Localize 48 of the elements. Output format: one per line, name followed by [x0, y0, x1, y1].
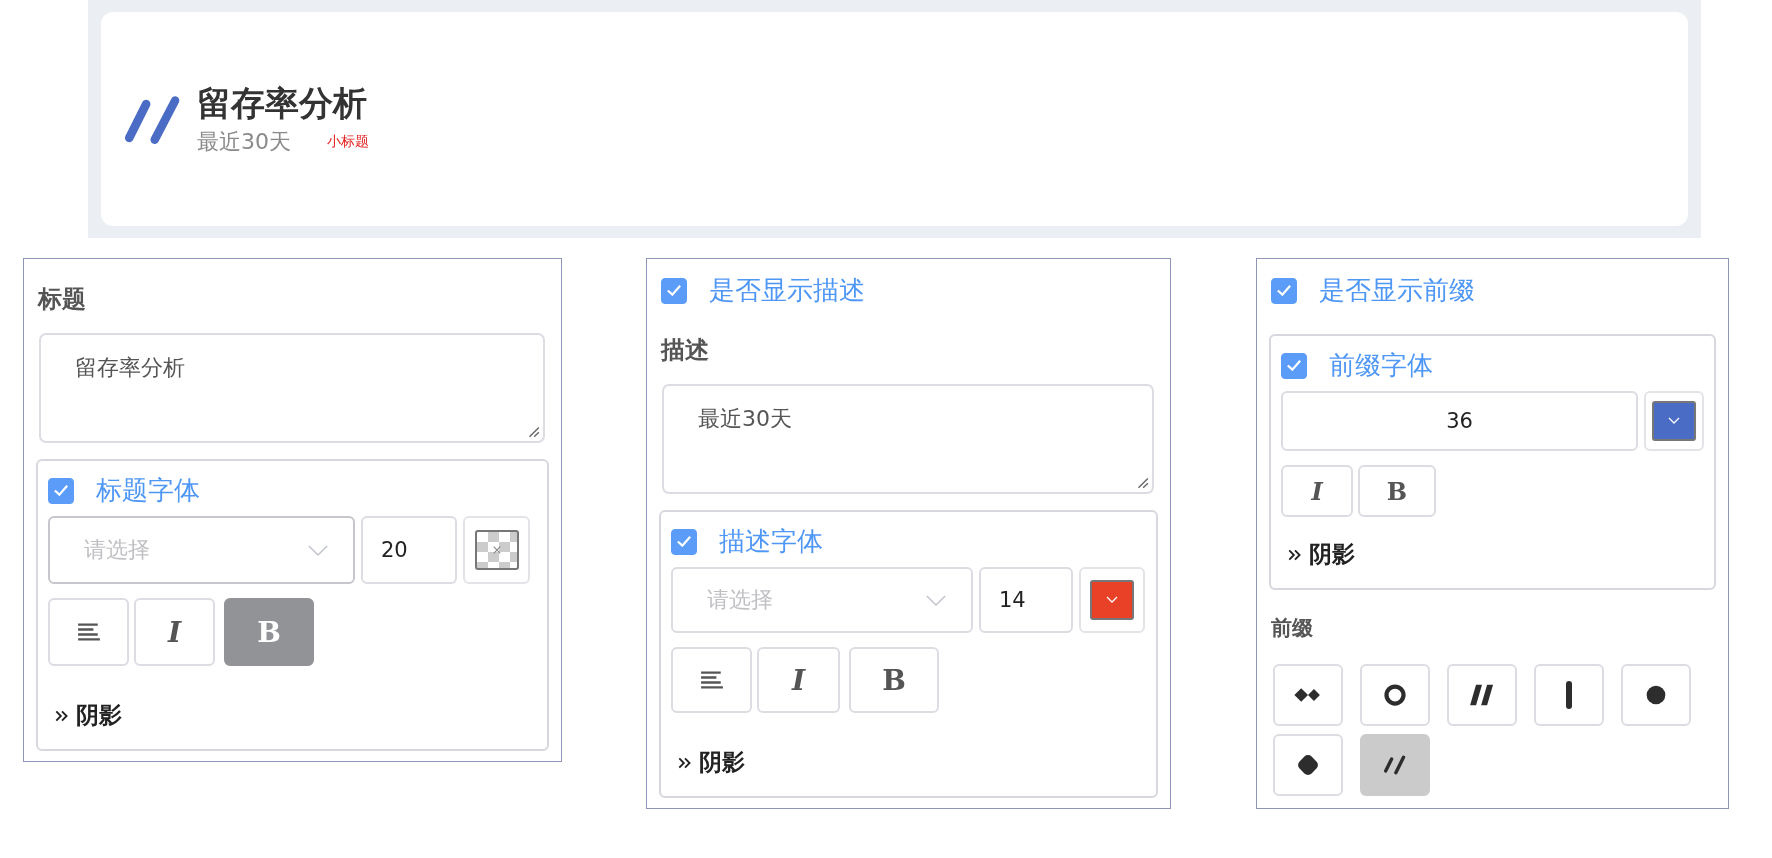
color-picker[interactable]	[1079, 567, 1145, 633]
checkbox[interactable]	[1281, 352, 1307, 379]
preview-tag: 小标题	[327, 133, 369, 152]
checkbox[interactable]	[671, 528, 697, 555]
shadow-toggle[interactable]: 阴影	[699, 747, 745, 778]
shadow-toggle[interactable]: 阴影	[76, 700, 122, 731]
prefix-option[interactable]	[1534, 664, 1604, 726]
chevron-down-icon	[925, 593, 947, 607]
prefix-option[interactable]	[1621, 664, 1691, 726]
align-left-button[interactable]	[671, 647, 752, 713]
color-picker[interactable]	[1644, 391, 1704, 451]
italic-button[interactable]: I	[1281, 465, 1353, 517]
shadow-toggle[interactable]: 阴影	[1309, 539, 1355, 570]
prefix-option[interactable]	[1273, 664, 1343, 726]
preview-subtitle: 最近30天	[197, 128, 291, 157]
prefix-option[interactable]	[1447, 664, 1517, 726]
size-input[interactable]: 36	[1281, 391, 1638, 451]
italic-button[interactable]: I	[134, 598, 215, 666]
field-label: 标题	[38, 284, 87, 315]
check-icon	[677, 536, 691, 547]
align-left-button[interactable]	[48, 598, 129, 666]
resize-grip-icon[interactable]	[1135, 475, 1149, 489]
prefix-option[interactable]	[1273, 734, 1343, 796]
bold-button[interactable]: B	[1358, 465, 1436, 517]
italic-button[interactable]: I	[757, 647, 840, 713]
preview-title: 留存率分析	[197, 81, 368, 125]
align-left-icon	[699, 671, 724, 689]
chevron-down-icon	[307, 543, 329, 557]
color-picker[interactable]	[463, 516, 530, 584]
prefix-option[interactable]	[1360, 734, 1430, 796]
size-input[interactable]: 20	[361, 516, 457, 584]
align-left-icon	[76, 623, 101, 641]
prefix-option[interactable]	[1360, 664, 1430, 726]
field-label: 前缀	[1271, 615, 1314, 642]
checkbox[interactable]	[661, 277, 687, 304]
checkbox[interactable]	[1271, 277, 1297, 304]
check-icon	[1287, 360, 1301, 371]
size-input[interactable]: 14	[979, 567, 1073, 633]
text-area[interactable]: 最近30天	[662, 384, 1154, 494]
checkbox[interactable]	[48, 477, 74, 504]
check-icon	[1277, 285, 1291, 296]
bold-button[interactable]: B	[849, 647, 939, 713]
resize-grip-icon[interactable]	[526, 424, 540, 438]
check-icon	[54, 485, 68, 496]
field-label: 描述	[661, 335, 710, 366]
text-area[interactable]: 留存率分析	[39, 333, 545, 443]
check-icon	[667, 285, 681, 296]
bar-icon	[1565, 680, 1573, 710]
